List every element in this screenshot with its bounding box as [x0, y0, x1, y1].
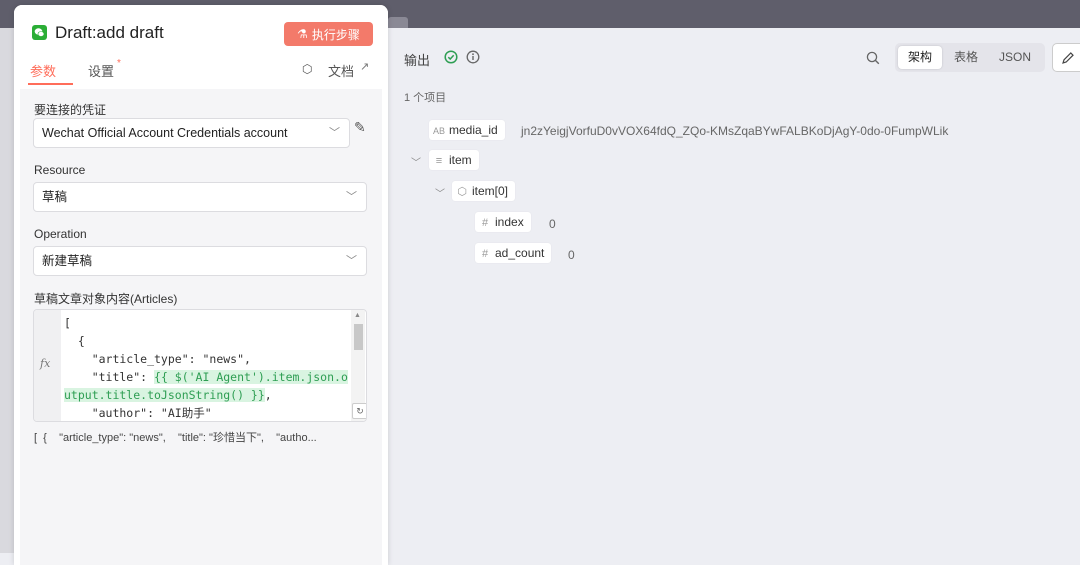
panel-header: Draft:add draft ⚗ 执行步骤 参数 设置 * ⬡ 文档 ↗: [14, 5, 388, 89]
collapse-chevron-icon[interactable]: ﹀: [435, 185, 445, 200]
field-item-0[interactable]: ⬡ item[0]: [452, 181, 516, 201]
array-type-icon: ≡: [435, 155, 443, 167]
edit-output-button[interactable]: [1052, 43, 1080, 72]
operation-value: 新建草稿: [42, 254, 93, 268]
resource-label: Resource: [34, 163, 86, 177]
docs-link[interactable]: 文档: [328, 61, 354, 80]
settings-changed-dot: *: [117, 58, 121, 69]
number-type-icon: #: [481, 248, 489, 260]
tab-settings[interactable]: 设置: [88, 61, 114, 80]
string-type-icon: AB: [432, 126, 445, 136]
code-gutter: fx: [34, 310, 61, 421]
canvas-tab: [388, 17, 408, 28]
fx-icon: fx: [40, 357, 51, 370]
field-name: ad_count: [495, 246, 545, 260]
articles-code-editor[interactable]: fx [ { "article_type": "news", "title": …: [33, 309, 367, 422]
code-token: ,: [264, 388, 272, 402]
chevron-down-icon: ﹀: [329, 127, 340, 139]
view-mode-switch: 架构 表格 JSON: [895, 43, 1045, 72]
flask-icon: ⚗: [297, 27, 308, 41]
resource-value: 草稿: [42, 190, 68, 204]
credential-select[interactable]: Wechat Official Account Credentials acco…: [33, 118, 350, 148]
code-line: "title": {{ $('AI Agent').item.json.o: [64, 368, 350, 386]
external-link-icon: ↗: [360, 61, 370, 73]
code-token: "title":: [64, 370, 155, 384]
code-line: "article_type": "news",: [64, 352, 251, 366]
field-item[interactable]: ≡ item: [429, 150, 479, 170]
object-cube-icon: ⬡: [457, 186, 467, 198]
node-parameters-panel: Draft:add draft ⚗ 执行步骤 参数 设置 * ⬡ 文档 ↗ 要连…: [14, 5, 388, 565]
articles-label: 草稿文章对象内容(Articles): [34, 292, 178, 306]
field-value: jn2zYeigjVorfuD0vVOX64fdQ_ZQo-KMsZqaBYwF…: [521, 124, 949, 138]
edit-credential-pencil-icon[interactable]: ✎: [354, 119, 366, 136]
field-value: 0: [568, 248, 575, 262]
number-type-icon: #: [481, 217, 489, 229]
expression-token: utput.title.toJsonString() }}: [64, 388, 265, 402]
operation-select[interactable]: 新建草稿 ﹀: [33, 246, 367, 276]
info-icon[interactable]: [466, 50, 480, 64]
credential-label: 要连接的凭证: [34, 103, 107, 117]
code-content[interactable]: [ { "article_type": "news", "title": {{ …: [64, 314, 350, 421]
chevron-down-icon: ﹀: [346, 191, 357, 203]
output-title: 输出: [404, 53, 431, 68]
code-line: "author": "AI助手": [64, 406, 212, 420]
credential-value: Wechat Official Account Credentials acco…: [42, 126, 288, 140]
expression-preview: [ { "article_type": "news", "title": "珍惜…: [34, 432, 317, 444]
active-tab-indicator: [28, 83, 73, 85]
item-count: 1 个项目: [404, 92, 447, 104]
search-icon[interactable]: [866, 51, 880, 65]
view-table-button[interactable]: 表格: [947, 46, 985, 69]
field-name: media_id: [449, 123, 498, 137]
code-line: utput.title.toJsonString() }},: [64, 386, 350, 404]
tab-parameters[interactable]: 参数: [30, 61, 56, 80]
panel-body: 要连接的凭证 Wechat Official Account Credentia…: [20, 89, 382, 565]
code-line: [: [64, 316, 71, 330]
field-media-id[interactable]: AB media_id: [429, 120, 505, 140]
execute-step-button[interactable]: ⚗ 执行步骤: [284, 22, 373, 46]
wechat-icon: [32, 25, 47, 40]
scrollbar-thumb[interactable]: [354, 324, 363, 350]
field-index[interactable]: # index: [475, 212, 531, 232]
cube-icon: ⬡: [302, 62, 313, 76]
field-name: item[0]: [472, 184, 509, 198]
canvas-edge: [0, 28, 14, 553]
view-schema-button[interactable]: 架构: [898, 46, 942, 69]
success-check-icon: [444, 50, 458, 64]
operation-label: Operation: [34, 227, 87, 241]
scroll-up-arrow-icon[interactable]: ▲: [354, 312, 361, 319]
resource-select[interactable]: 草稿 ﹀: [33, 182, 367, 212]
field-ad-count[interactable]: # ad_count: [475, 243, 552, 263]
code-line: {: [64, 334, 85, 348]
execute-step-label: 执行步骤: [311, 27, 360, 42]
view-json-button[interactable]: JSON: [993, 46, 1037, 69]
field-name: item: [449, 153, 472, 167]
expand-editor-icon[interactable]: ↻: [352, 403, 366, 419]
chevron-down-icon: ﹀: [346, 255, 357, 267]
collapse-chevron-icon[interactable]: ﹀: [411, 154, 421, 169]
expression-token: {{ $('AI Agent').item.json.o: [154, 370, 348, 384]
node-title: Draft:add draft: [55, 23, 164, 42]
pencil-icon: [1062, 52, 1074, 64]
field-name: index: [495, 215, 524, 229]
field-value: 0: [549, 217, 556, 231]
